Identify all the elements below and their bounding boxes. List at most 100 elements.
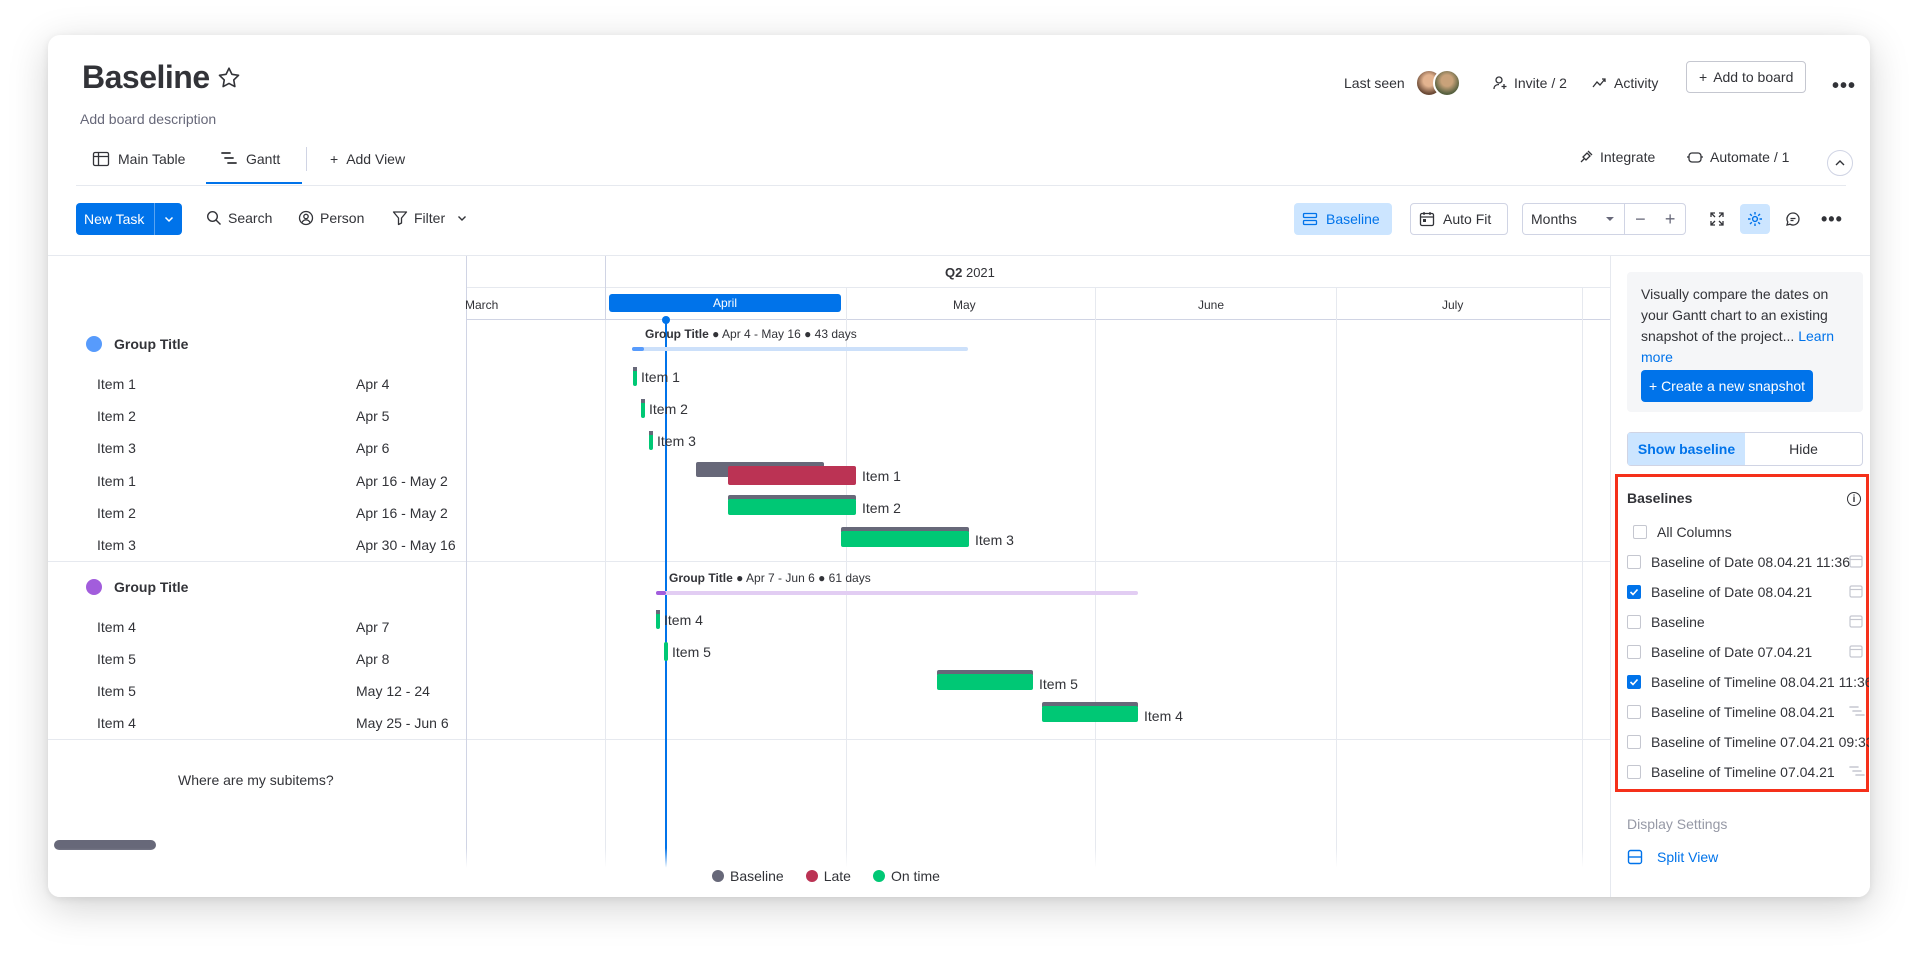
gantt-bar[interactable] [1042, 706, 1138, 722]
fullscreen-button[interactable] [1702, 204, 1732, 234]
checkbox[interactable] [1627, 735, 1641, 749]
gantt-bar[interactable] [937, 674, 1033, 690]
baseline-option[interactable]: Baseline of Timeline 08.04.21 [1627, 704, 1835, 720]
item-name[interactable]: Item 3 [97, 537, 136, 553]
group-summary-bar[interactable] [632, 347, 968, 351]
zoom-level-select[interactable]: Months − + [1522, 203, 1686, 235]
invite-button[interactable]: Invite / 2 [1492, 67, 1567, 99]
item-name[interactable]: Item 4 [97, 715, 136, 731]
person-filter-button[interactable]: Person [298, 210, 364, 226]
group-color-dot[interactable] [86, 336, 102, 352]
checkbox[interactable] [1627, 615, 1641, 629]
baseline-option[interactable]: Baseline of Timeline 07.04.21 [1627, 764, 1835, 780]
all-columns-checkbox-row[interactable]: All Columns [1633, 524, 1732, 540]
pane-top [48, 256, 466, 257]
item-dates[interactable]: Apr 16 - May 2 [356, 505, 448, 521]
baseline-toggle-button[interactable]: Baseline [1294, 203, 1392, 235]
gantt-bar[interactable] [841, 531, 969, 547]
zoom-in-button[interactable]: + [1655, 209, 1685, 230]
collapse-header-button[interactable] [1827, 150, 1853, 176]
tab-gantt[interactable]: Gantt [220, 150, 280, 168]
checkbox[interactable] [1633, 525, 1647, 539]
filter-button[interactable]: Filter [392, 210, 467, 226]
new-task-dropdown[interactable] [154, 203, 182, 235]
group-header[interactable]: Group Title [86, 336, 188, 352]
checkbox-checked[interactable] [1627, 675, 1641, 689]
chevron-down-icon[interactable] [457, 213, 467, 223]
more-options-icon[interactable]: ••• [1821, 209, 1843, 230]
search-button[interactable]: Search [206, 210, 272, 226]
baseline-option-label: Baseline of Date 08.04.21 11:36 [1651, 554, 1851, 570]
legend-label: On time [890, 868, 940, 884]
legend-item: On time [872, 868, 940, 884]
checkbox[interactable] [1627, 705, 1641, 719]
baseline-option-label: Baseline of Timeline 07.04.21 09:33 [1651, 734, 1869, 750]
baseline-option[interactable]: Baseline of Date 08.04.21 11:36 [1627, 554, 1850, 570]
show-baseline-button[interactable]: Show baseline [1628, 433, 1745, 465]
automate-button[interactable]: Automate / 1 [1686, 149, 1789, 165]
hide-baseline-button[interactable]: Hide [1745, 433, 1862, 465]
settings-button[interactable] [1740, 204, 1770, 234]
item-name[interactable]: Item 2 [97, 408, 136, 424]
checkbox-checked[interactable] [1627, 585, 1641, 599]
checkbox[interactable] [1627, 555, 1641, 569]
last-seen[interactable]: Last seen [1344, 67, 1461, 99]
item-name[interactable]: Item 1 [97, 473, 136, 489]
auto-fit-button[interactable]: Auto Fit [1410, 203, 1508, 235]
item-dates[interactable]: Apr 7 [356, 619, 389, 635]
item-dates[interactable]: May 12 - 24 [356, 683, 430, 699]
gantt-bar-late[interactable] [728, 466, 856, 485]
item-name[interactable]: Item 5 [97, 683, 136, 699]
item-name[interactable]: Item 3 [97, 440, 136, 456]
item-dates[interactable]: Apr 16 - May 2 [356, 473, 448, 489]
checkbox[interactable] [1627, 645, 1641, 659]
group-color-dot[interactable] [86, 579, 102, 595]
checkbox[interactable] [1627, 765, 1641, 779]
baseline-option[interactable]: Baseline of Date 07.04.21 [1627, 644, 1812, 660]
tab-main-table[interactable]: Main Table [92, 150, 185, 168]
gantt-bar[interactable] [664, 642, 668, 661]
info-icon[interactable]: i [1847, 492, 1861, 506]
new-task-button[interactable]: New Task [76, 203, 182, 235]
baseline-option[interactable]: Baseline of Date 08.04.21 [1627, 584, 1812, 600]
new-task-label: New Task [84, 211, 145, 227]
item-name[interactable]: Item 2 [97, 505, 136, 521]
subitems-help-link[interactable]: Where are my subitems? [178, 772, 334, 788]
baselines-heading: Baselines [1627, 490, 1693, 506]
item-dates[interactable]: Apr 8 [356, 651, 389, 667]
item-dates[interactable]: May 25 - Jun 6 [356, 715, 449, 731]
gantt-bar[interactable] [728, 499, 856, 515]
robot-icon [1687, 152, 1703, 163]
item-name[interactable]: Item 1 [97, 376, 136, 392]
updates-button[interactable] [1778, 204, 1808, 234]
gantt-bar-label: Item 1 [641, 369, 680, 385]
board-description[interactable]: Add board description [80, 111, 216, 127]
integrate-button[interactable]: Integrate [1578, 149, 1655, 165]
star-icon[interactable] [216, 65, 242, 91]
item-dates[interactable]: Apr 30 - May 16 [356, 537, 456, 553]
person-label: Person [320, 210, 365, 226]
split-view-option[interactable]: Split View [1627, 849, 1718, 865]
activity-button[interactable]: Activity [1592, 67, 1658, 99]
group-header[interactable]: Group Title [86, 579, 188, 595]
create-snapshot-button[interactable]: + Create a new snapshot [1641, 370, 1814, 402]
item-dates[interactable]: Apr 6 [356, 440, 389, 456]
item-name[interactable]: Item 4 [97, 619, 136, 635]
group-summary-bar[interactable] [656, 591, 1138, 595]
item-dates[interactable]: Apr 4 [356, 376, 389, 392]
baseline-option-label: Baseline of Timeline 08.04.21 11:36 [1651, 674, 1869, 690]
item-name[interactable]: Item 5 [97, 651, 136, 667]
calendar-icon [1849, 555, 1863, 568]
add-to-board-button[interactable]: + Add to board [1686, 61, 1807, 93]
baseline-option-label: Baseline of Date 08.04.21 [1651, 584, 1813, 600]
board-title[interactable]: Baseline [82, 59, 210, 96]
item-dates[interactable]: Apr 5 [356, 408, 389, 424]
baseline-option[interactable]: Baseline of Timeline 07.04.21 09:33 [1627, 734, 1869, 750]
zoom-out-button[interactable]: − [1625, 209, 1655, 230]
more-options-icon[interactable]: ••• [1832, 75, 1856, 98]
baseline-option[interactable]: Baseline [1627, 614, 1705, 630]
plus-icon: + [1699, 69, 1708, 85]
baseline-option[interactable]: Baseline of Timeline 08.04.21 11:36 [1627, 674, 1869, 690]
add-view-button[interactable]: + Add View [330, 151, 405, 167]
legend-item: Baseline [712, 868, 784, 884]
